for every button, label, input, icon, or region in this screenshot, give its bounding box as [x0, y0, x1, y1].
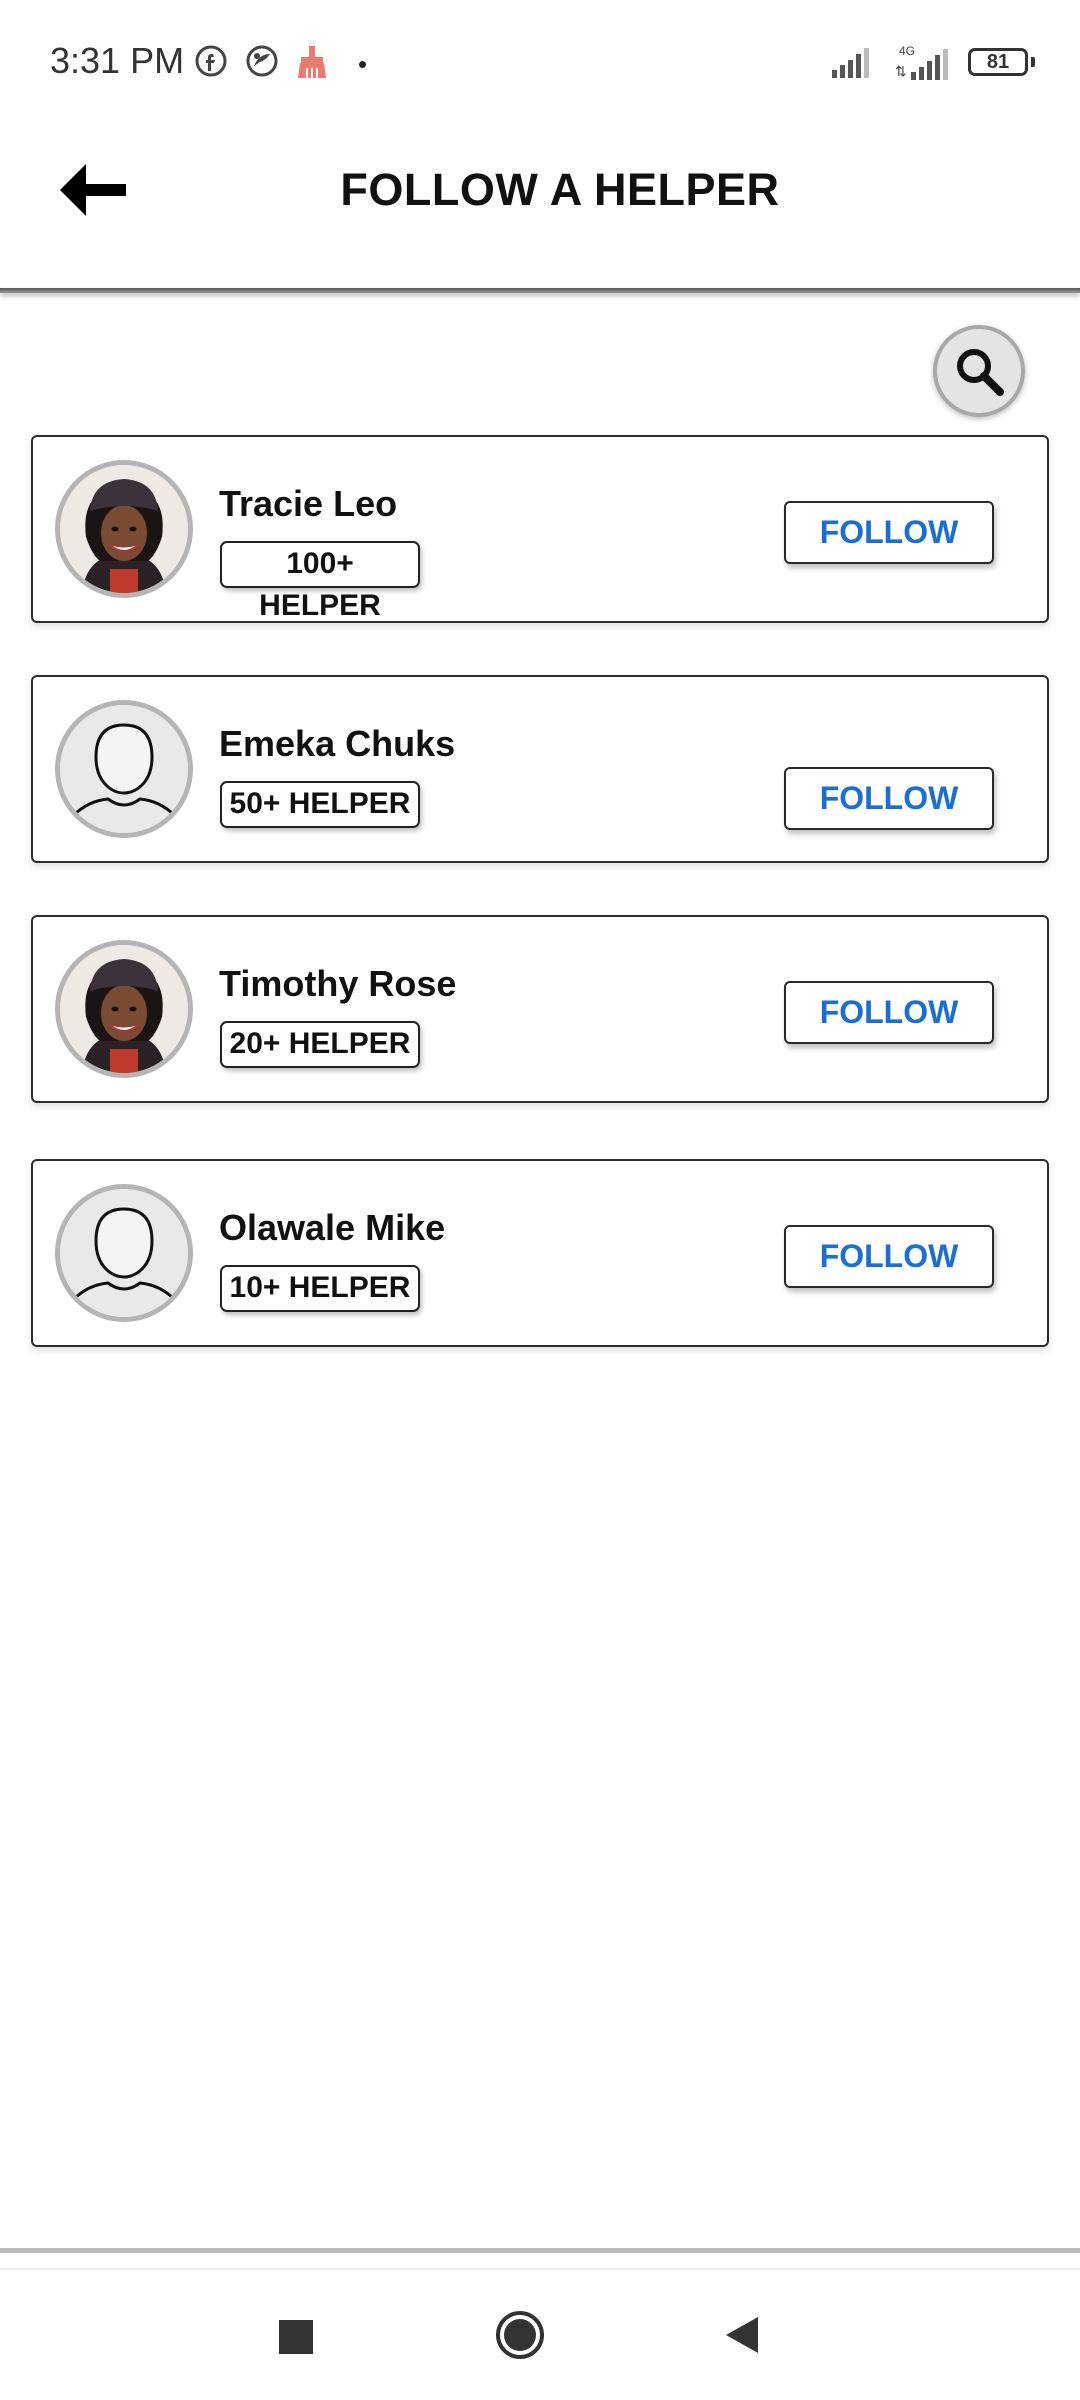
- helper-badge: 10+ HELPER: [220, 1265, 420, 1312]
- header-divider: [0, 288, 1080, 293]
- avatar-image: [60, 945, 188, 1073]
- helper-badge: 50+ HELPER: [220, 781, 420, 828]
- notification-dot: [359, 61, 366, 68]
- browser-icon: [245, 44, 279, 83]
- helper-name: Tracie Leo: [219, 483, 398, 524]
- svg-text:4G: 4G: [899, 44, 915, 58]
- follow-button[interactable]: FOLLOW: [784, 767, 994, 830]
- helper-name: Olawale Mike: [219, 1207, 446, 1248]
- battery-icon: 81: [968, 48, 1028, 76]
- helper-card: Timothy Rose 20+ HELPER FOLLOW: [31, 915, 1049, 1103]
- triangle-back-icon: [726, 2317, 758, 2353]
- battery-tip: [1031, 57, 1035, 67]
- status-bar: 3:31 PM 4G ⇅ 81: [0, 0, 1080, 130]
- helper-name: Timothy Rose: [219, 963, 457, 1004]
- screen: 3:31 PM 4G ⇅ 81 FOLLOW A HELPER Tracie L…: [0, 0, 1080, 2400]
- header: FOLLOW A HELPER: [0, 130, 1080, 290]
- follow-button[interactable]: FOLLOW: [784, 501, 994, 564]
- helper-card: Olawale Mike 10+ HELPER FOLLOW: [31, 1159, 1049, 1347]
- follow-button[interactable]: FOLLOW: [784, 1225, 994, 1288]
- helper-card: Tracie Leo 100+ HELPER FOLLOW: [31, 435, 1049, 623]
- search-button[interactable]: [933, 325, 1025, 417]
- follow-button[interactable]: FOLLOW: [784, 981, 994, 1044]
- user-placeholder-icon: [60, 705, 188, 833]
- helper-badge: 100+ HELPER: [220, 541, 420, 622]
- signal-icon: [832, 48, 874, 83]
- page-title: FOLLOW A HELPER: [340, 164, 780, 215]
- avatar-photo[interactable]: [55, 460, 193, 598]
- search-icon: [957, 349, 1004, 396]
- avatar-placeholder[interactable]: [55, 700, 193, 838]
- status-time: 3:31 PM: [50, 40, 185, 81]
- home-button[interactable]: [494, 2309, 546, 2366]
- signal-4g-icon: 4G ⇅: [893, 42, 953, 85]
- helper-badge: 20+ HELPER: [220, 1021, 420, 1068]
- cleaner-icon: [295, 44, 329, 85]
- back-nav-button[interactable]: [722, 2314, 764, 2361]
- recents-button[interactable]: [276, 2317, 318, 2364]
- helper-name: Emeka Chuks: [219, 723, 456, 764]
- square-icon: [279, 2320, 313, 2354]
- avatar-photo[interactable]: [55, 940, 193, 1078]
- svg-text:⇅: ⇅: [895, 63, 907, 79]
- user-placeholder-icon: [60, 1189, 188, 1317]
- nav-divider: [0, 2248, 1080, 2253]
- helper-card: Emeka Chuks 50+ HELPER FOLLOW: [31, 675, 1049, 863]
- facebook-icon: [194, 44, 228, 83]
- system-nav-bar: [0, 2270, 1080, 2400]
- avatar-image: [60, 465, 188, 593]
- avatar-placeholder[interactable]: [55, 1184, 193, 1322]
- circle-icon: [496, 2311, 544, 2359]
